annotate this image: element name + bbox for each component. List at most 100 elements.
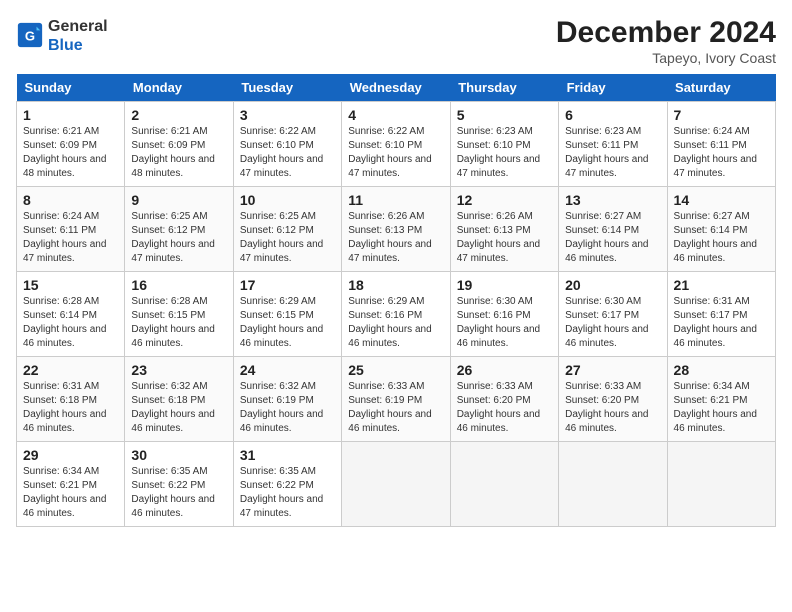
day-info: Sunrise: 6:31 AM Sunset: 6:17 PM Dayligh…	[674, 295, 769, 351]
day-info: Sunrise: 6:25 AM Sunset: 6:12 PM Dayligh…	[131, 210, 226, 266]
day-cell-22: 22 Sunrise: 6:31 AM Sunset: 6:18 PM Dayl…	[17, 357, 125, 442]
day-info: Sunrise: 6:22 AM Sunset: 6:10 PM Dayligh…	[348, 125, 443, 181]
day-number: 24	[240, 362, 335, 378]
day-info: Sunrise: 6:27 AM Sunset: 6:14 PM Dayligh…	[674, 210, 769, 266]
day-cell-29: 29 Sunrise: 6:34 AM Sunset: 6:21 PM Dayl…	[17, 442, 125, 527]
day-number: 16	[131, 277, 226, 293]
svg-text:G: G	[25, 29, 35, 44]
day-number: 3	[240, 107, 335, 123]
day-header-tuesday: Tuesday	[233, 74, 341, 102]
day-number: 27	[565, 362, 660, 378]
title-area: December 2024 Tapeyo, Ivory Coast	[556, 16, 776, 66]
day-number: 8	[23, 192, 118, 208]
logo-blue-text: Blue	[48, 37, 83, 54]
day-info: Sunrise: 6:21 AM Sunset: 6:09 PM Dayligh…	[131, 125, 226, 181]
day-cell-5: 5 Sunrise: 6:23 AM Sunset: 6:10 PM Dayli…	[450, 102, 558, 187]
day-number: 7	[674, 107, 769, 123]
day-cell-30: 30 Sunrise: 6:35 AM Sunset: 6:22 PM Dayl…	[125, 442, 233, 527]
day-number: 11	[348, 192, 443, 208]
day-header-monday: Monday	[125, 74, 233, 102]
day-info: Sunrise: 6:22 AM Sunset: 6:10 PM Dayligh…	[240, 125, 335, 181]
day-info: Sunrise: 6:31 AM Sunset: 6:18 PM Dayligh…	[23, 380, 118, 436]
day-number: 2	[131, 107, 226, 123]
day-cell-8: 8 Sunrise: 6:24 AM Sunset: 6:11 PM Dayli…	[17, 187, 125, 272]
day-info: Sunrise: 6:28 AM Sunset: 6:15 PM Dayligh…	[131, 295, 226, 351]
day-info: Sunrise: 6:35 AM Sunset: 6:22 PM Dayligh…	[240, 465, 335, 521]
day-cell-28: 28 Sunrise: 6:34 AM Sunset: 6:21 PM Dayl…	[667, 357, 775, 442]
day-cell-6: 6 Sunrise: 6:23 AM Sunset: 6:11 PM Dayli…	[559, 102, 667, 187]
day-cell-3: 3 Sunrise: 6:22 AM Sunset: 6:10 PM Dayli…	[233, 102, 341, 187]
day-cell-13: 13 Sunrise: 6:27 AM Sunset: 6:14 PM Dayl…	[559, 187, 667, 272]
day-info: Sunrise: 6:27 AM Sunset: 6:14 PM Dayligh…	[565, 210, 660, 266]
day-cell-9: 9 Sunrise: 6:25 AM Sunset: 6:12 PM Dayli…	[125, 187, 233, 272]
day-cell-10: 10 Sunrise: 6:25 AM Sunset: 6:12 PM Dayl…	[233, 187, 341, 272]
day-header-thursday: Thursday	[450, 74, 558, 102]
day-cell-21: 21 Sunrise: 6:31 AM Sunset: 6:17 PM Dayl…	[667, 272, 775, 357]
day-cell-12: 12 Sunrise: 6:26 AM Sunset: 6:13 PM Dayl…	[450, 187, 558, 272]
day-header-friday: Friday	[559, 74, 667, 102]
day-cell-18: 18 Sunrise: 6:29 AM Sunset: 6:16 PM Dayl…	[342, 272, 450, 357]
day-number: 31	[240, 447, 335, 463]
day-number: 28	[674, 362, 769, 378]
day-number: 22	[23, 362, 118, 378]
day-number: 9	[131, 192, 226, 208]
day-cell-27: 27 Sunrise: 6:33 AM Sunset: 6:20 PM Dayl…	[559, 357, 667, 442]
day-number: 20	[565, 277, 660, 293]
page-header: G General Blue December 2024 Tapeyo, Ivo…	[16, 16, 776, 66]
day-number: 1	[23, 107, 118, 123]
day-cell-4: 4 Sunrise: 6:22 AM Sunset: 6:10 PM Dayli…	[342, 102, 450, 187]
day-info: Sunrise: 6:30 AM Sunset: 6:16 PM Dayligh…	[457, 295, 552, 351]
day-info: Sunrise: 6:34 AM Sunset: 6:21 PM Dayligh…	[674, 380, 769, 436]
day-number: 21	[674, 277, 769, 293]
day-cell-24: 24 Sunrise: 6:32 AM Sunset: 6:19 PM Dayl…	[233, 357, 341, 442]
logo-general-text: General	[48, 18, 108, 35]
day-number: 4	[348, 107, 443, 123]
day-number: 14	[674, 192, 769, 208]
day-cell-1: 1 Sunrise: 6:21 AM Sunset: 6:09 PM Dayli…	[17, 102, 125, 187]
day-number: 23	[131, 362, 226, 378]
day-info: Sunrise: 6:24 AM Sunset: 6:11 PM Dayligh…	[23, 210, 118, 266]
day-cell-16: 16 Sunrise: 6:28 AM Sunset: 6:15 PM Dayl…	[125, 272, 233, 357]
day-number: 19	[457, 277, 552, 293]
day-info: Sunrise: 6:24 AM Sunset: 6:11 PM Dayligh…	[674, 125, 769, 181]
day-info: Sunrise: 6:33 AM Sunset: 6:20 PM Dayligh…	[565, 380, 660, 436]
day-cell-25: 25 Sunrise: 6:33 AM Sunset: 6:19 PM Dayl…	[342, 357, 450, 442]
day-info: Sunrise: 6:30 AM Sunset: 6:17 PM Dayligh…	[565, 295, 660, 351]
day-cell-19: 19 Sunrise: 6:30 AM Sunset: 6:16 PM Dayl…	[450, 272, 558, 357]
day-cell-14: 14 Sunrise: 6:27 AM Sunset: 6:14 PM Dayl…	[667, 187, 775, 272]
day-info: Sunrise: 6:23 AM Sunset: 6:10 PM Dayligh…	[457, 125, 552, 181]
day-info: Sunrise: 6:35 AM Sunset: 6:22 PM Dayligh…	[131, 465, 226, 521]
day-info: Sunrise: 6:28 AM Sunset: 6:14 PM Dayligh…	[23, 295, 118, 351]
day-info: Sunrise: 6:34 AM Sunset: 6:21 PM Dayligh…	[23, 465, 118, 521]
week-row-5: 29 Sunrise: 6:34 AM Sunset: 6:21 PM Dayl…	[17, 442, 776, 527]
day-number: 15	[23, 277, 118, 293]
day-number: 5	[457, 107, 552, 123]
day-number: 17	[240, 277, 335, 293]
empty-cell	[667, 442, 775, 527]
location-subtitle: Tapeyo, Ivory Coast	[556, 50, 776, 66]
day-number: 29	[23, 447, 118, 463]
logo: G General Blue	[16, 16, 108, 54]
day-number: 12	[457, 192, 552, 208]
day-number: 6	[565, 107, 660, 123]
day-info: Sunrise: 6:26 AM Sunset: 6:13 PM Dayligh…	[457, 210, 552, 266]
day-info: Sunrise: 6:29 AM Sunset: 6:15 PM Dayligh…	[240, 295, 335, 351]
empty-cell	[559, 442, 667, 527]
day-cell-31: 31 Sunrise: 6:35 AM Sunset: 6:22 PM Dayl…	[233, 442, 341, 527]
empty-cell	[342, 442, 450, 527]
month-title: December 2024	[556, 16, 776, 50]
week-row-3: 15 Sunrise: 6:28 AM Sunset: 6:14 PM Dayl…	[17, 272, 776, 357]
day-cell-2: 2 Sunrise: 6:21 AM Sunset: 6:09 PM Dayli…	[125, 102, 233, 187]
week-row-2: 8 Sunrise: 6:24 AM Sunset: 6:11 PM Dayli…	[17, 187, 776, 272]
day-number: 13	[565, 192, 660, 208]
day-cell-23: 23 Sunrise: 6:32 AM Sunset: 6:18 PM Dayl…	[125, 357, 233, 442]
day-number: 26	[457, 362, 552, 378]
day-info: Sunrise: 6:32 AM Sunset: 6:18 PM Dayligh…	[131, 380, 226, 436]
day-cell-11: 11 Sunrise: 6:26 AM Sunset: 6:13 PM Dayl…	[342, 187, 450, 272]
day-info: Sunrise: 6:26 AM Sunset: 6:13 PM Dayligh…	[348, 210, 443, 266]
day-header-wednesday: Wednesday	[342, 74, 450, 102]
day-header-saturday: Saturday	[667, 74, 775, 102]
day-info: Sunrise: 6:25 AM Sunset: 6:12 PM Dayligh…	[240, 210, 335, 266]
day-number: 25	[348, 362, 443, 378]
day-info: Sunrise: 6:33 AM Sunset: 6:19 PM Dayligh…	[348, 380, 443, 436]
